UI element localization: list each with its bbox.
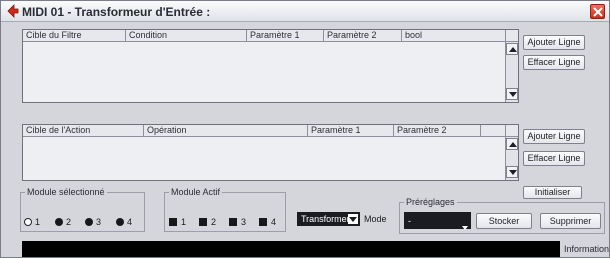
scroll-up-button[interactable] [506, 43, 518, 55]
arrow-down-icon [509, 92, 517, 97]
module-active-group: Module Actif 1 2 3 4 [164, 187, 286, 232]
preset-value: - [408, 216, 411, 226]
presets-group: Préréglages - Stocker Supprimer [399, 197, 605, 234]
delete-preset-button[interactable]: Supprimer [540, 213, 601, 229]
column-header[interactable]: bool [402, 30, 506, 42]
checkbox-icon [199, 218, 207, 226]
action-add-line-button[interactable]: Ajouter Ligne [523, 129, 585, 144]
arrow-down-icon [509, 170, 517, 175]
column-header[interactable]: Paramètre 2 [394, 125, 481, 137]
midi-insert-icon [6, 4, 19, 18]
arrow-up-icon [509, 142, 517, 147]
checkbox-icon [229, 218, 237, 226]
mode-dropdown[interactable]: Transformer [297, 212, 360, 226]
module-selected-group: Module sélectionné 1 2 3 4 [20, 187, 145, 232]
presets-label: Préréglages [404, 197, 457, 208]
checkbox-icon [259, 218, 267, 226]
column-header[interactable]: Condition [126, 30, 247, 42]
filter-table[interactable]: Cible du Filtre Condition Paramètre 1 Pa… [22, 29, 519, 103]
module-active-checkbox-3[interactable]: 3 [229, 217, 246, 227]
filter-add-line-button[interactable]: Ajouter Ligne [523, 35, 585, 50]
action-table-scrollbar[interactable] [505, 137, 518, 180]
radio-icon [55, 218, 63, 226]
column-header[interactable]: Cible du Filtre [23, 30, 126, 42]
column-header[interactable]: Paramètre 1 [247, 30, 324, 42]
chevron-down-icon [462, 219, 468, 235]
close-icon [593, 7, 603, 17]
mode-label: Mode [364, 214, 387, 224]
arrow-up-icon [509, 47, 517, 52]
column-header[interactable]: Paramètre 2 [324, 30, 402, 42]
filter-table-scrollbar[interactable] [505, 42, 518, 102]
module-radio-4[interactable]: 4 [116, 217, 132, 227]
store-preset-button[interactable]: Stocker [476, 213, 532, 229]
module-active-checkbox-1[interactable]: 1 [169, 217, 186, 227]
radio-icon [116, 218, 124, 226]
module-active-checkbox-4[interactable]: 4 [259, 217, 276, 227]
info-label: Information [564, 244, 610, 254]
action-delete-line-button[interactable]: Effacer Ligne [523, 151, 585, 166]
action-table-header: Cible de l'Action Opération Paramètre 1 … [23, 125, 518, 137]
module-active-checkbox-2[interactable]: 2 [199, 217, 216, 227]
mode-value: Transformer [301, 214, 350, 224]
dropdown-arrow-icon [348, 214, 358, 224]
column-header[interactable]: Cible de l'Action [23, 125, 144, 137]
action-table[interactable]: Cible de l'Action Opération Paramètre 1 … [22, 124, 519, 181]
title-bar: MIDI 01 - Transformeur d'Entrée : [1, 1, 609, 22]
module-selected-label: Module sélectionné [25, 187, 107, 198]
close-button[interactable] [590, 4, 605, 19]
radio-icon [85, 218, 93, 226]
module-radio-3[interactable]: 3 [85, 217, 101, 227]
scroll-up-button[interactable] [506, 138, 518, 150]
transformer-window: MIDI 01 - Transformeur d'Entrée : Cible … [0, 0, 610, 258]
radio-selected-icon [24, 218, 32, 226]
filter-table-header: Cible du Filtre Condition Paramètre 1 Pa… [23, 30, 518, 42]
module-radio-2[interactable]: 2 [55, 217, 71, 227]
column-header[interactable]: Paramètre 1 [308, 125, 394, 137]
column-header[interactable] [481, 125, 506, 137]
module-radio-1[interactable]: 1 [24, 217, 40, 227]
module-active-label: Module Actif [169, 187, 223, 198]
scroll-down-button[interactable] [506, 166, 518, 178]
info-bar [22, 241, 560, 257]
window-title: MIDI 01 - Transformeur d'Entrée : [22, 5, 211, 19]
preset-dropdown[interactable]: - [404, 212, 471, 230]
scroll-down-button[interactable] [506, 88, 518, 100]
initialize-button[interactable]: Initialiser [523, 186, 582, 199]
column-header[interactable]: Opération [144, 125, 308, 137]
filter-delete-line-button[interactable]: Effacer Ligne [523, 55, 585, 70]
checkbox-icon [169, 218, 177, 226]
